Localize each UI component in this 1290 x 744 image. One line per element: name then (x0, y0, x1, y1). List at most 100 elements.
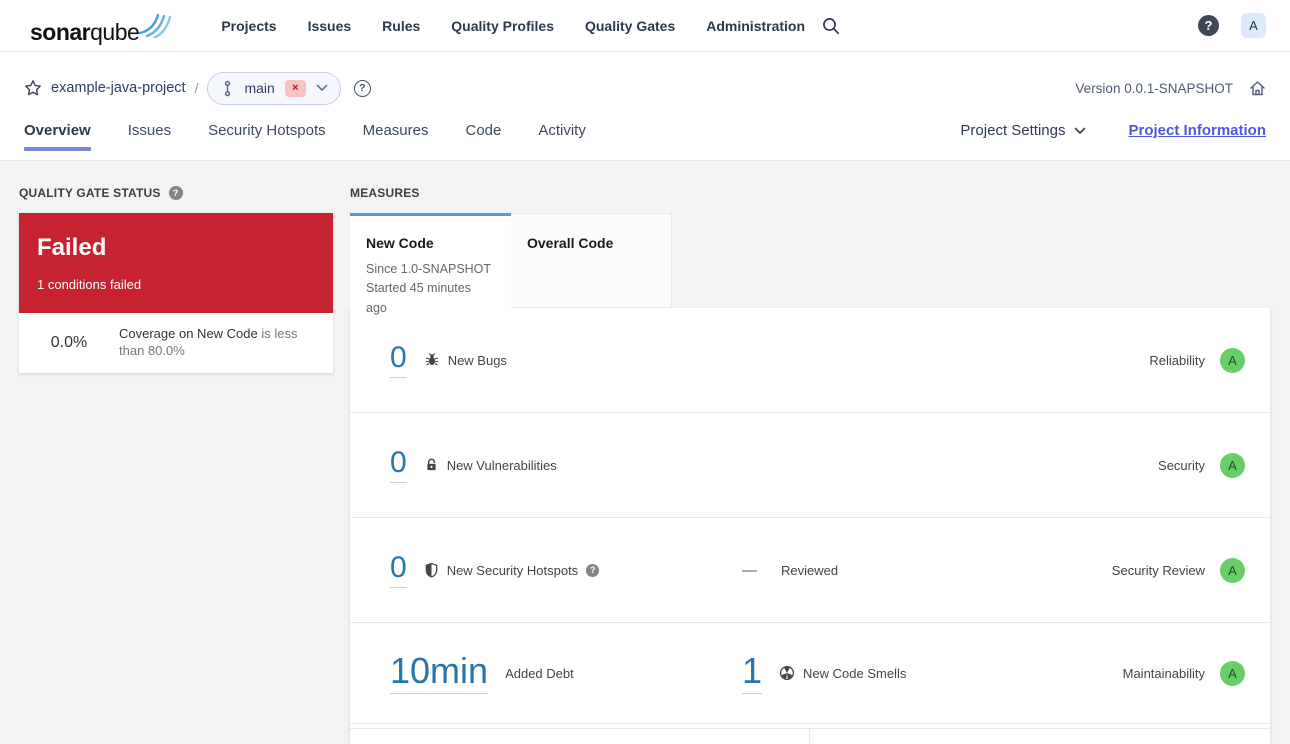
tabs-right-actions: Project Settings Project Information (960, 116, 1266, 139)
breadcrumb-separator: / (194, 80, 199, 96)
new-vulnerabilities-label-group: New Vulnerabilities (424, 457, 557, 473)
project-header: example-java-project / main × ? Version … (0, 52, 1290, 161)
logo-swoosh-icon (139, 8, 172, 38)
measures-period-tabs: New Code Since 1.0-SNAPSHOT Started 45 m… (350, 213, 1270, 315)
shield-icon (424, 562, 439, 578)
nav-quality-profiles[interactable]: Quality Profiles (451, 18, 554, 34)
added-debt-value[interactable]: 10min (390, 652, 489, 694)
new-bugs-count[interactable]: 0 (390, 342, 407, 378)
quality-gate-status: Failed (37, 234, 107, 261)
branch-name: main (244, 80, 275, 96)
project-tabs: Overview Issues Security Hotspots Measur… (24, 116, 1266, 161)
condition-description: Coverage on New Code is less than 80.0% (119, 326, 319, 360)
tab-overview[interactable]: Overview (24, 116, 91, 161)
new-code-smells-label: New Code Smells (803, 665, 907, 681)
new-security-hotspots-label: New Security Hotspots (446, 562, 579, 578)
tab-activity[interactable]: Activity (538, 116, 586, 161)
reliability-label: Reliability (1149, 352, 1205, 368)
code-smell-icon (779, 665, 795, 681)
logo-text: sonarqube (30, 18, 140, 45)
overall-code-tab-label: Overall Code (527, 235, 614, 251)
condition-metric: Coverage on New Code (119, 326, 258, 341)
user-avatar[interactable]: A (1241, 13, 1266, 38)
hotspots-help-icon[interactable]: ? (586, 563, 600, 577)
branch-help-icon[interactable]: ? (353, 79, 371, 97)
project-name-link[interactable]: example-java-project (51, 80, 186, 96)
security-review-label: Security Review (1111, 562, 1205, 578)
new-security-hotspots-count[interactable]: 0 (390, 552, 407, 588)
lock-icon (424, 457, 439, 473)
project-information-link[interactable]: Project Information (1128, 122, 1266, 139)
measure-row-maintainability: 10min Added Debt 1 New Code Smells Maint… (350, 623, 1270, 724)
nav-quality-gates[interactable]: Quality Gates (585, 18, 675, 34)
chevron-down-icon (1075, 127, 1086, 134)
added-debt-label: Added Debt (505, 665, 574, 681)
measures-title: MEASURES (350, 186, 1270, 200)
star-icon (25, 80, 41, 96)
bug-icon (424, 352, 440, 368)
nav-projects[interactable]: Projects (221, 18, 276, 34)
maintainability-label: Maintainability (1122, 665, 1205, 681)
nav-rules[interactable]: Rules (382, 18, 420, 34)
main-navigation: Projects Issues Rules Quality Profiles Q… (221, 18, 805, 34)
quality-gate-banner: Failed 1 conditions failed (19, 213, 333, 313)
measures-section: MEASURES New Code Since 1.0-SNAPSHOT Sta… (350, 186, 1270, 744)
search-button[interactable] (822, 17, 840, 35)
reviewed-label: Reviewed (781, 562, 839, 578)
quality-gate-help-icon[interactable]: ? (168, 186, 183, 200)
branch-selector[interactable]: main × (207, 71, 341, 105)
sonarqube-logo[interactable]: sonarqube (30, 8, 172, 44)
quality-gate-card: Failed 1 conditions failed 0.0% Coverage… (19, 213, 333, 373)
quality-gate-conditions-summary: 1 conditions failed (37, 277, 142, 292)
overview-content: QUALITY GATE STATUS ? Failed 1 condition… (0, 161, 1290, 744)
project-settings-menu[interactable]: Project Settings (960, 122, 1086, 139)
branch-failed-badge[interactable]: × (284, 79, 306, 97)
new-code-since: Since 1.0-SNAPSHOT (366, 262, 492, 276)
topbar-right-controls: ? A (1198, 13, 1266, 38)
security-label: Security (1158, 457, 1205, 473)
home-branch-button[interactable] (1249, 80, 1266, 97)
measures-panel: 0 New Bugs Reliability A 0 New Vulnerabi… (350, 308, 1270, 744)
quality-gate-section: QUALITY GATE STATUS ? Failed 1 condition… (19, 186, 333, 373)
tab-code[interactable]: Code (465, 116, 501, 161)
tab-issues[interactable]: Issues (128, 116, 171, 161)
new-code-smells-count[interactable]: 1 (742, 652, 763, 694)
tab-measures[interactable]: Measures (363, 116, 429, 161)
next-section-partial (350, 724, 1270, 744)
security-review-rating-badge[interactable]: A (1220, 557, 1245, 583)
nav-administration[interactable]: Administration (706, 18, 805, 34)
quality-gate-condition-row[interactable]: 0.0% Coverage on New Code is less than 8… (19, 313, 333, 373)
new-bugs-label-group: New Bugs (424, 352, 507, 368)
project-version: Version 0.0.1-SNAPSHOT (1075, 80, 1233, 96)
new-vulnerabilities-count[interactable]: 0 (390, 447, 407, 483)
new-code-tab-label: New Code (366, 235, 434, 251)
maintainability-rating-badge[interactable]: A (1220, 660, 1245, 686)
favorite-star-button[interactable] (24, 79, 42, 97)
chevron-down-icon (316, 84, 328, 92)
condition-value: 0.0% (50, 333, 88, 351)
new-vulnerabilities-label: New Vulnerabilities (446, 457, 557, 473)
breadcrumb: example-java-project / main × ? Version … (24, 70, 1266, 106)
quality-gate-title: QUALITY GATE STATUS ? (19, 186, 333, 200)
measure-row-security: 0 New Vulnerabilities Security A (350, 413, 1270, 518)
help-icon[interactable]: ? (1198, 15, 1219, 36)
new-security-hotspots-label-group: New Security Hotspots ? (424, 562, 600, 578)
tab-overall-code[interactable]: Overall Code (511, 213, 672, 308)
search-icon (822, 17, 840, 35)
top-navigation-bar: sonarqube Projects Issues Rules Quality … (0, 0, 1290, 52)
hotspots-reviewed-group: — Reviewed (742, 518, 838, 622)
breadcrumb-right: Version 0.0.1-SNAPSHOT (1075, 80, 1266, 97)
new-bugs-label: New Bugs (447, 352, 507, 368)
tab-security-hotspots[interactable]: Security Hotspots (208, 116, 326, 161)
measure-row-security-review: 0 New Security Hotspots ? — Reviewed Sec… (350, 518, 1270, 623)
quality-gate-title-text: QUALITY GATE STATUS (19, 186, 161, 200)
sonarqube-app: sonarqube Projects Issues Rules Quality … (0, 0, 1290, 744)
security-rating-badge[interactable]: A (1220, 452, 1245, 478)
tab-new-code[interactable]: New Code Since 1.0-SNAPSHOT Started 45 m… (350, 213, 511, 315)
nav-issues[interactable]: Issues (308, 18, 352, 34)
reliability-rating-badge[interactable]: A (1220, 347, 1245, 373)
project-settings-label: Project Settings (960, 122, 1066, 139)
home-icon (1250, 80, 1265, 95)
branch-icon (221, 80, 234, 97)
measure-row-reliability: 0 New Bugs Reliability A (350, 308, 1270, 413)
